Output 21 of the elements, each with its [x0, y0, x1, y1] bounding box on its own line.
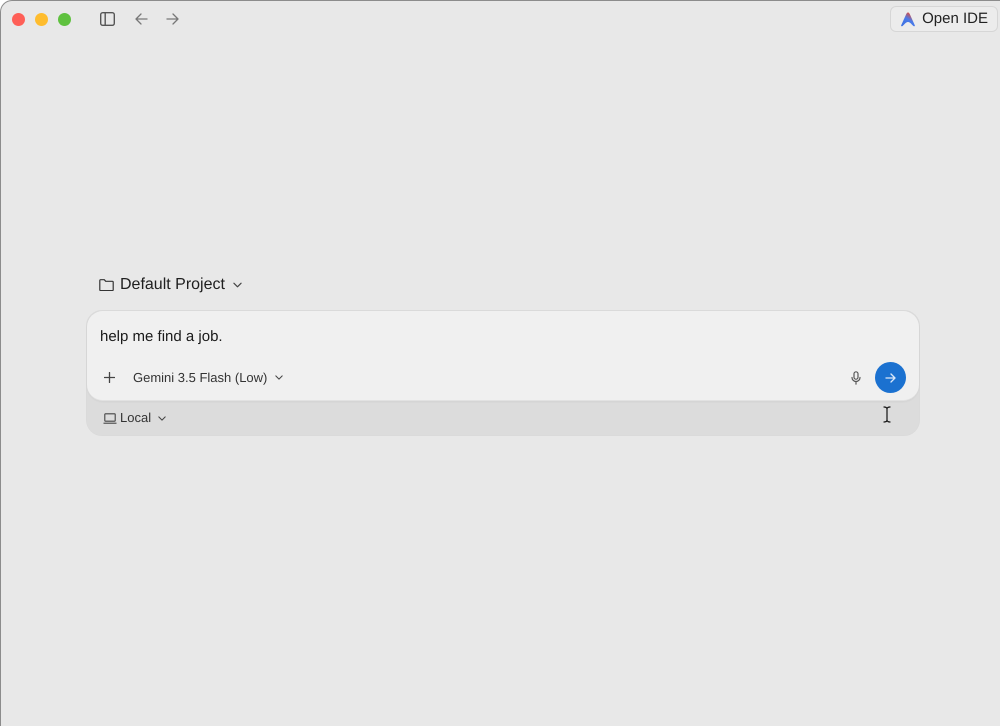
forward-arrow-icon[interactable] — [166, 13, 179, 25]
arrow-right-icon — [885, 372, 896, 382]
maximize-window-icon[interactable] — [58, 12, 71, 26]
send-button[interactable] — [875, 362, 906, 393]
chevron-down-icon — [232, 282, 242, 288]
text-cursor-icon — [883, 406, 891, 423]
plus-icon[interactable] — [104, 372, 115, 383]
folder-icon — [99, 279, 114, 291]
environment-selector[interactable]: Local — [103, 408, 166, 428]
app-logo-icon — [900, 12, 916, 26]
model-selector[interactable]: Gemini 3.5 Flash (Low) — [133, 366, 284, 388]
close-window-icon[interactable] — [12, 12, 25, 26]
chevron-down-icon — [158, 416, 166, 420]
laptop-icon — [103, 412, 117, 424]
chevron-down-icon — [275, 375, 284, 380]
project-selector[interactable]: Default Project — [99, 273, 242, 297]
prompt-input[interactable]: help me find a job. — [100, 326, 906, 348]
open-ide-button[interactable]: Open IDE — [890, 6, 998, 32]
back-arrow-icon[interactable] — [135, 13, 148, 25]
sidebar-toggle-icon[interactable] — [100, 12, 115, 26]
microphone-icon[interactable] — [851, 370, 861, 384]
